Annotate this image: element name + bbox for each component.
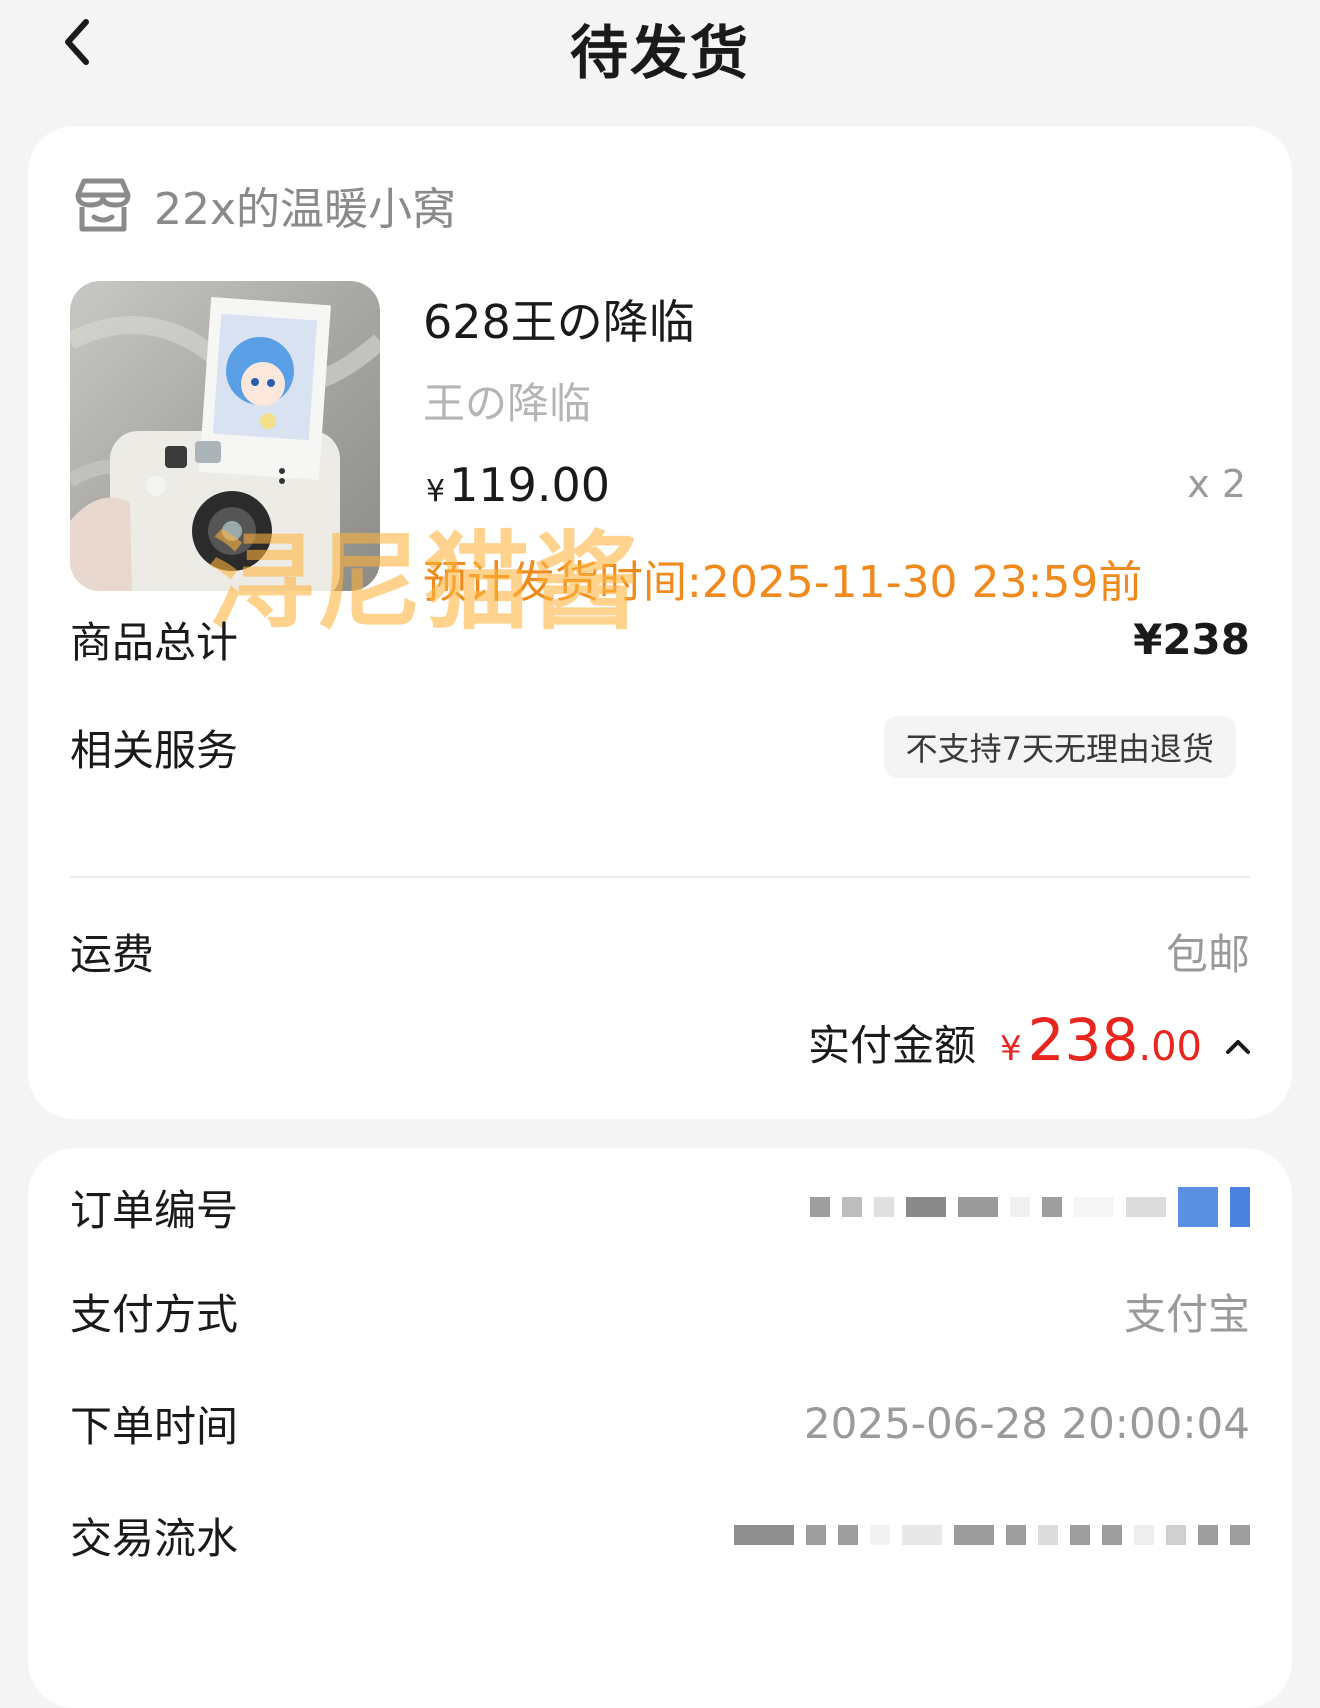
order-time-row: 下单时间 2025-06-28 20:00:04	[70, 1388, 1250, 1458]
service-badge: 不支持7天无理由退货	[883, 716, 1236, 778]
service-row[interactable]: 相关服务 不支持7天无理由退货	[70, 712, 1250, 782]
shop-header[interactable]: 22x的温暖小窝	[70, 170, 456, 240]
pay-method-row: 支付方式 支付宝	[70, 1276, 1250, 1346]
order-time-label: 下单时间	[70, 1401, 239, 1451]
page-title: 待发货	[569, 19, 750, 87]
store-icon	[75, 178, 131, 232]
total-row: 商品总计 ¥238	[70, 604, 1250, 674]
txn-value[interactable]	[734, 1525, 1250, 1545]
total-value: ¥238	[1133, 614, 1250, 664]
chevron-up-icon[interactable]	[1224, 1036, 1252, 1056]
order-no-row: 订单编号	[70, 1172, 1250, 1242]
paid-label: 实付金额	[808, 1021, 977, 1070]
shipping-label: 运费	[70, 929, 155, 979]
order-info-card: 订单编号 支付方式 支付宝 下单时间 2025-06-28 20:00:04 交…	[28, 1148, 1292, 1708]
nav-bar: 待发货	[0, 0, 1320, 95]
paid-symbol: ¥	[1000, 1029, 1022, 1069]
product-quantity: x 2	[1187, 462, 1246, 506]
paid-int: 238	[1027, 1006, 1139, 1074]
paid-dec: .00	[1138, 1024, 1202, 1070]
order-no-value[interactable]	[810, 1187, 1250, 1227]
product-spec: 王の降临	[423, 379, 592, 428]
pay-method-value: 支付宝	[1123, 1289, 1250, 1339]
shop-name: 22x的温暖小窝	[154, 184, 457, 235]
txn-label: 交易流水	[70, 1513, 239, 1563]
shipping-row: 运费 包邮	[70, 916, 1250, 986]
order-no-label: 订单编号	[70, 1185, 239, 1235]
total-label: 商品总计	[70, 617, 239, 667]
shipping-value: 包邮	[1165, 929, 1250, 979]
divider	[70, 876, 1250, 878]
txn-row: 交易流水	[70, 1500, 1250, 1570]
order-items-card: 22x的温暖小窝 628王の降临 王の降临 ¥119.00 x 2 预计发货时间…	[28, 126, 1292, 1119]
order-time-value: 2025-06-28 20:00:04	[803, 1398, 1250, 1448]
paid-amount-row[interactable]: 实付金额 ¥ 238 .00	[808, 1006, 1252, 1086]
pay-method-label: 支付方式	[70, 1289, 239, 1339]
product-title: 628王の降临	[423, 295, 695, 349]
service-label: 相关服务	[70, 725, 239, 775]
